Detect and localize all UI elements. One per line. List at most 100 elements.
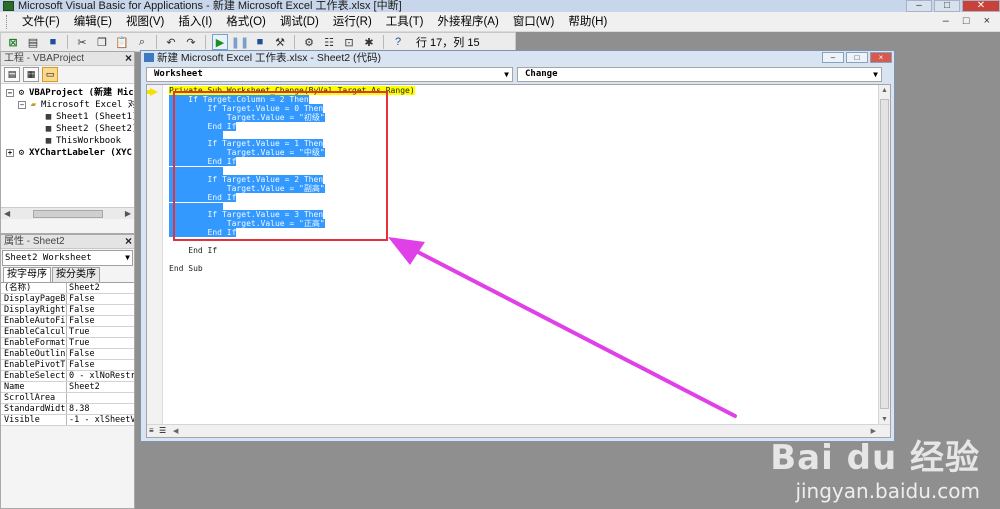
- property-row[interactable]: EnableAutoFiltFalse: [1, 316, 134, 327]
- scroll-left-icon[interactable]: ◀: [4, 209, 10, 218]
- project-tree-hscroll[interactable]: ◀ ▶: [1, 207, 134, 219]
- code-maximize-button[interactable]: □: [846, 52, 868, 63]
- object-browser-icon[interactable]: ⊡: [341, 34, 357, 50]
- menu-insert[interactable]: 插入(I): [171, 12, 219, 32]
- procedure-view-icon[interactable]: ≡: [149, 426, 154, 435]
- view-excel-icon[interactable]: ⊠: [5, 34, 21, 50]
- menu-help[interactable]: 帮助(H): [561, 12, 614, 32]
- menu-addins[interactable]: 外接程序(A): [430, 12, 505, 32]
- menu-tools[interactable]: 工具(T): [379, 12, 431, 32]
- tree-item-thisworkbook[interactable]: ▦ ThisWorkbook: [43, 135, 121, 147]
- expand-icon[interactable]: +: [6, 149, 14, 157]
- menu-debug[interactable]: 调试(D): [273, 12, 326, 32]
- property-row[interactable]: ScrollArea: [1, 393, 134, 404]
- properties-object-select[interactable]: Sheet2 Worksheet ▼: [2, 250, 133, 266]
- copy-icon[interactable]: ❐: [94, 34, 110, 50]
- chevron-down-icon[interactable]: ▼: [125, 251, 130, 265]
- procedure-combo[interactable]: Change ▼: [517, 67, 882, 82]
- undo-icon[interactable]: ↶: [163, 34, 179, 50]
- scroll-up-icon[interactable]: ▲: [881, 87, 888, 94]
- property-row[interactable]: StandardWidth 8.38: [1, 404, 134, 415]
- margin-indicator-bar[interactable]: [147, 85, 163, 425]
- code-close-button[interactable]: ×: [870, 52, 892, 63]
- toolbox-icon[interactable]: ✱: [361, 34, 377, 50]
- property-row[interactable]: EnablePivotTabFalse: [1, 360, 134, 371]
- chevron-down-icon[interactable]: ▼: [504, 68, 509, 81]
- property-row[interactable]: EnableCalculatTrue: [1, 327, 134, 338]
- property-value[interactable]: False: [67, 349, 134, 359]
- break-icon[interactable]: ❚❚: [231, 34, 249, 50]
- properties-close-button[interactable]: ×: [125, 235, 132, 248]
- code-line[interactable]: End Sub: [169, 264, 415, 274]
- property-row[interactable]: EnableSelectio0 - xlNoRestr: [1, 371, 134, 382]
- tree-item-xychartlabeler[interactable]: + ⚙ XYChartLabeler (XYC: [6, 147, 132, 159]
- menu-edit[interactable]: 编辑(E): [67, 12, 119, 32]
- minimize-button[interactable]: –: [906, 0, 932, 12]
- property-value[interactable]: False: [67, 305, 134, 315]
- menu-file[interactable]: 文件(F): [15, 12, 67, 32]
- chevron-down-icon[interactable]: ▼: [873, 68, 878, 81]
- tree-item-excel-objects[interactable]: − ▰ Microsoft Excel 对象: [18, 99, 134, 111]
- tab-alphabetic[interactable]: 按字母序: [3, 267, 51, 282]
- property-value[interactable]: True: [67, 327, 134, 337]
- tab-categorized[interactable]: 按分类序: [52, 267, 100, 282]
- scroll-thumb[interactable]: [880, 99, 889, 409]
- scroll-right-icon[interactable]: ▶: [125, 209, 131, 218]
- property-value[interactable]: False: [67, 360, 134, 370]
- cut-icon[interactable]: ✂: [74, 34, 90, 50]
- menu-format[interactable]: 格式(O): [219, 12, 273, 32]
- help-icon[interactable]: ?: [390, 34, 406, 50]
- mdi-restore-button[interactable]: □: [963, 15, 970, 27]
- insert-module-icon[interactable]: ▤: [25, 34, 41, 50]
- design-mode-icon[interactable]: ⚒: [272, 34, 288, 50]
- menu-view[interactable]: 视图(V): [119, 12, 171, 32]
- property-value[interactable]: 0 - xlNoRestr: [67, 371, 134, 381]
- scroll-down-icon[interactable]: ▼: [881, 416, 888, 423]
- menu-window[interactable]: 窗口(W): [506, 12, 562, 32]
- mdi-close-button[interactable]: ×: [984, 15, 990, 27]
- code-vscroll[interactable]: ▲ ▼: [878, 85, 890, 425]
- property-value[interactable]: True: [67, 338, 134, 348]
- collapse-icon[interactable]: −: [18, 101, 26, 109]
- maximize-button[interactable]: □: [934, 0, 960, 12]
- object-combo[interactable]: Worksheet ▼: [146, 67, 513, 82]
- redo-icon[interactable]: ↷: [183, 34, 199, 50]
- save-icon[interactable]: ■: [45, 34, 61, 50]
- menu-grip[interactable]: [6, 14, 9, 29]
- scroll-left-icon[interactable]: ◀: [173, 427, 178, 435]
- code-editor[interactable]: Private Sub Worksheet_Change(ByVal Targe…: [146, 84, 891, 438]
- code-line[interactable]: [169, 256, 415, 265]
- property-value[interactable]: [67, 393, 134, 403]
- property-value[interactable]: False: [67, 294, 134, 304]
- code-line[interactable]: End If: [169, 246, 415, 256]
- run-icon[interactable]: ▶: [212, 34, 228, 50]
- project-explorer-close-button[interactable]: ×: [125, 52, 132, 65]
- scroll-thumb[interactable]: [32, 209, 103, 218]
- reset-icon[interactable]: ■: [252, 34, 268, 50]
- project-explorer-icon[interactable]: ⚙: [301, 34, 317, 50]
- property-row[interactable]: EnableOutlininFalse: [1, 349, 134, 360]
- tree-item-sheet1[interactable]: ▦ Sheet1 (Sheet1): [43, 111, 134, 123]
- property-value[interactable]: False: [67, 316, 134, 326]
- find-icon[interactable]: ⌕: [134, 34, 150, 50]
- paste-icon[interactable]: 📋: [114, 34, 130, 50]
- toggle-folders-icon[interactable]: ▭: [42, 67, 58, 82]
- code-minimize-button[interactable]: –: [822, 52, 844, 63]
- menu-run[interactable]: 运行(R): [326, 12, 379, 32]
- property-row[interactable]: Name Sheet2: [1, 382, 134, 393]
- view-code-icon[interactable]: ▤: [4, 67, 20, 82]
- property-row[interactable]: (名称) Sheet2: [1, 283, 134, 294]
- property-row[interactable]: DisplayPageBreFalse: [1, 294, 134, 305]
- property-value[interactable]: Sheet2: [67, 283, 134, 293]
- property-value[interactable]: Sheet2: [67, 382, 134, 392]
- view-object-icon[interactable]: ▦: [23, 67, 39, 82]
- property-row[interactable]: Visible -1 - xlSheetV: [1, 415, 134, 426]
- mdi-minimize-button[interactable]: –: [943, 15, 949, 27]
- tree-item-sheet2[interactable]: ▦ Sheet2 (Sheet2): [43, 123, 134, 135]
- property-value[interactable]: 8.38: [67, 404, 134, 414]
- collapse-icon[interactable]: −: [6, 89, 14, 97]
- tree-item-vbaproject[interactable]: − ⚙ VBAProject (新建 Mic: [6, 87, 134, 99]
- property-row[interactable]: DisplayRightToFalse: [1, 305, 134, 316]
- property-row[interactable]: EnableFormatCoTrue: [1, 338, 134, 349]
- full-module-view-icon[interactable]: ☰: [159, 426, 166, 435]
